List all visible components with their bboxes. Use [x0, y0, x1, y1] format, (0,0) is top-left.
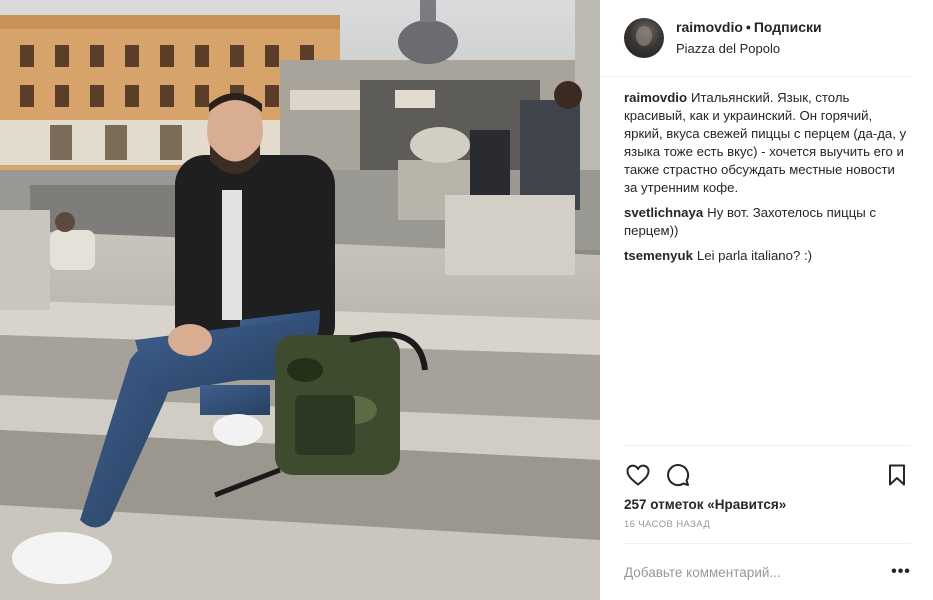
comment-item: svetlichnaya Ну вот. Захотелось пиццы с п…	[624, 204, 911, 240]
comment-username[interactable]: svetlichnaya	[624, 205, 703, 220]
comment-icon	[667, 463, 690, 486]
comment-input[interactable]	[624, 564, 891, 580]
likes-count[interactable]: 257 отметок «Нравится»	[600, 493, 933, 513]
comment-username[interactable]: tsemenyuk	[624, 248, 693, 263]
comment-item: raimovdio Итальянский. Язык, столь красив…	[624, 89, 911, 197]
bookmark-icon	[889, 464, 905, 485]
photo-illustration	[0, 0, 600, 600]
post-photo[interactable]	[0, 0, 600, 600]
post-timestamp[interactable]: 16 часов назад	[600, 513, 933, 539]
follow-button[interactable]: Подписки	[754, 19, 822, 35]
comment-text: Lei parla italiano? :)	[696, 248, 813, 263]
comments-list: raimovdio Итальянский. Язык, столь красив…	[600, 77, 933, 445]
location-link[interactable]: Piazza del Popolo	[676, 40, 822, 58]
comment-button[interactable]	[664, 461, 692, 489]
action-bar	[624, 445, 911, 493]
comment-item: tsemenyuk Lei parla italiano? :)	[624, 247, 911, 265]
header-separator: •	[745, 19, 751, 35]
comment-text: Итальянский. Язык, столь красивый, как и…	[624, 90, 907, 195]
like-button[interactable]	[624, 461, 652, 489]
heart-icon	[626, 464, 650, 486]
comment-username[interactable]: raimovdio	[624, 90, 687, 105]
header-user-line: raimovdio • Подписки	[676, 18, 822, 36]
more-options-button[interactable]: •••	[891, 562, 911, 582]
more-icon: •••	[891, 563, 911, 580]
save-button[interactable]	[883, 461, 911, 489]
username-link[interactable]: raimovdio	[676, 19, 743, 35]
avatar[interactable]	[624, 18, 664, 58]
post-sidebar: raimovdio • Подписки Piazza del Popolo rai…	[600, 0, 933, 600]
instagram-post: raimovdio • Подписки Piazza del Popolo rai…	[0, 0, 933, 600]
header-info: raimovdio • Подписки Piazza del Popolo	[676, 18, 822, 58]
post-header: raimovdio • Подписки Piazza del Popolo	[600, 0, 911, 77]
add-comment-bar: •••	[624, 543, 911, 600]
